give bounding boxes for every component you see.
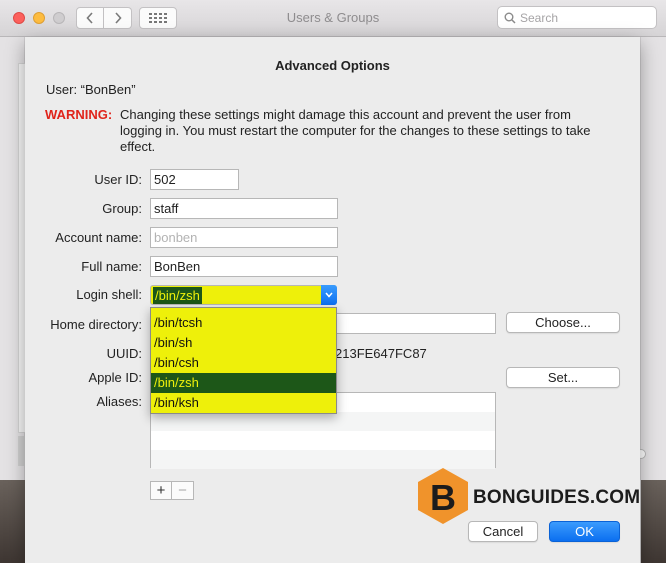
login-shell-menu: /bin/tcsh /bin/sh /bin/csh /bin/zsh /bin… (150, 307, 337, 414)
user-id-field[interactable]: 502 (150, 169, 239, 190)
shell-option-ksh[interactable]: /bin/ksh (151, 393, 336, 413)
chevron-down-icon (321, 285, 337, 305)
apple-id-label: Apple ID: (88, 370, 142, 385)
user-id-label: User ID: (94, 172, 142, 187)
add-alias-button[interactable]: + (150, 481, 172, 500)
full-name-field[interactable]: BonBen (150, 256, 338, 277)
list-item (151, 431, 495, 450)
advanced-options-sheet: Advanced Options User: “BonBen” WARNING:… (25, 37, 640, 563)
shell-option-zsh[interactable]: /bin/zsh (151, 373, 336, 393)
warning-label: WARNING: (45, 107, 113, 122)
alias-controls: + − (150, 481, 194, 500)
account-name-field[interactable]: bonben (150, 227, 338, 248)
list-item (151, 412, 495, 431)
shell-option-sh[interactable]: /bin/sh (151, 333, 336, 353)
group-field[interactable]: staff (150, 198, 338, 219)
shell-option-csh[interactable]: /bin/csh (151, 353, 336, 373)
title-bar: Users & Groups Search (0, 0, 666, 37)
user-line: User: “BonBen” (46, 82, 136, 97)
ok-button[interactable]: OK (549, 521, 620, 542)
home-directory-label: Home directory: (50, 317, 142, 332)
sheet-title: Advanced Options (275, 58, 390, 73)
warning-text: Changing these settings might damage thi… (120, 107, 591, 154)
account-name-label: Account name: (55, 230, 142, 245)
desktop-background (0, 480, 25, 563)
remove-alias-button[interactable]: − (172, 481, 194, 500)
search-icon (504, 12, 516, 24)
home-directory-field[interactable] (325, 313, 496, 334)
logo-letter: B (430, 477, 456, 518)
login-shell-label: Login shell: (76, 287, 142, 302)
watermark-text: BONGUIDES.COM (473, 487, 641, 508)
shell-option-tcsh[interactable]: /bin/tcsh (151, 313, 336, 333)
search-placeholder: Search (520, 10, 559, 25)
aliases-label: Aliases: (96, 394, 142, 409)
group-label: Group: (102, 201, 142, 216)
bonguides-logo-icon: B (418, 468, 468, 524)
set-apple-id-button[interactable]: Set... (506, 367, 620, 388)
uuid-label: UUID: (106, 346, 142, 361)
desktop-background-right (641, 480, 666, 563)
cancel-button[interactable]: Cancel (468, 521, 538, 542)
login-shell-select[interactable]: /bin/zsh (150, 285, 337, 305)
choose-button[interactable]: Choose... (506, 312, 620, 333)
login-shell-value: /bin/zsh (153, 287, 202, 304)
search-input[interactable]: Search (497, 6, 657, 29)
uuid-value: 213FE647FC87 (335, 346, 427, 361)
full-name-label: Full name: (81, 259, 142, 274)
users-groups-window: Users & Groups Search Advanced Options U… (0, 0, 666, 563)
